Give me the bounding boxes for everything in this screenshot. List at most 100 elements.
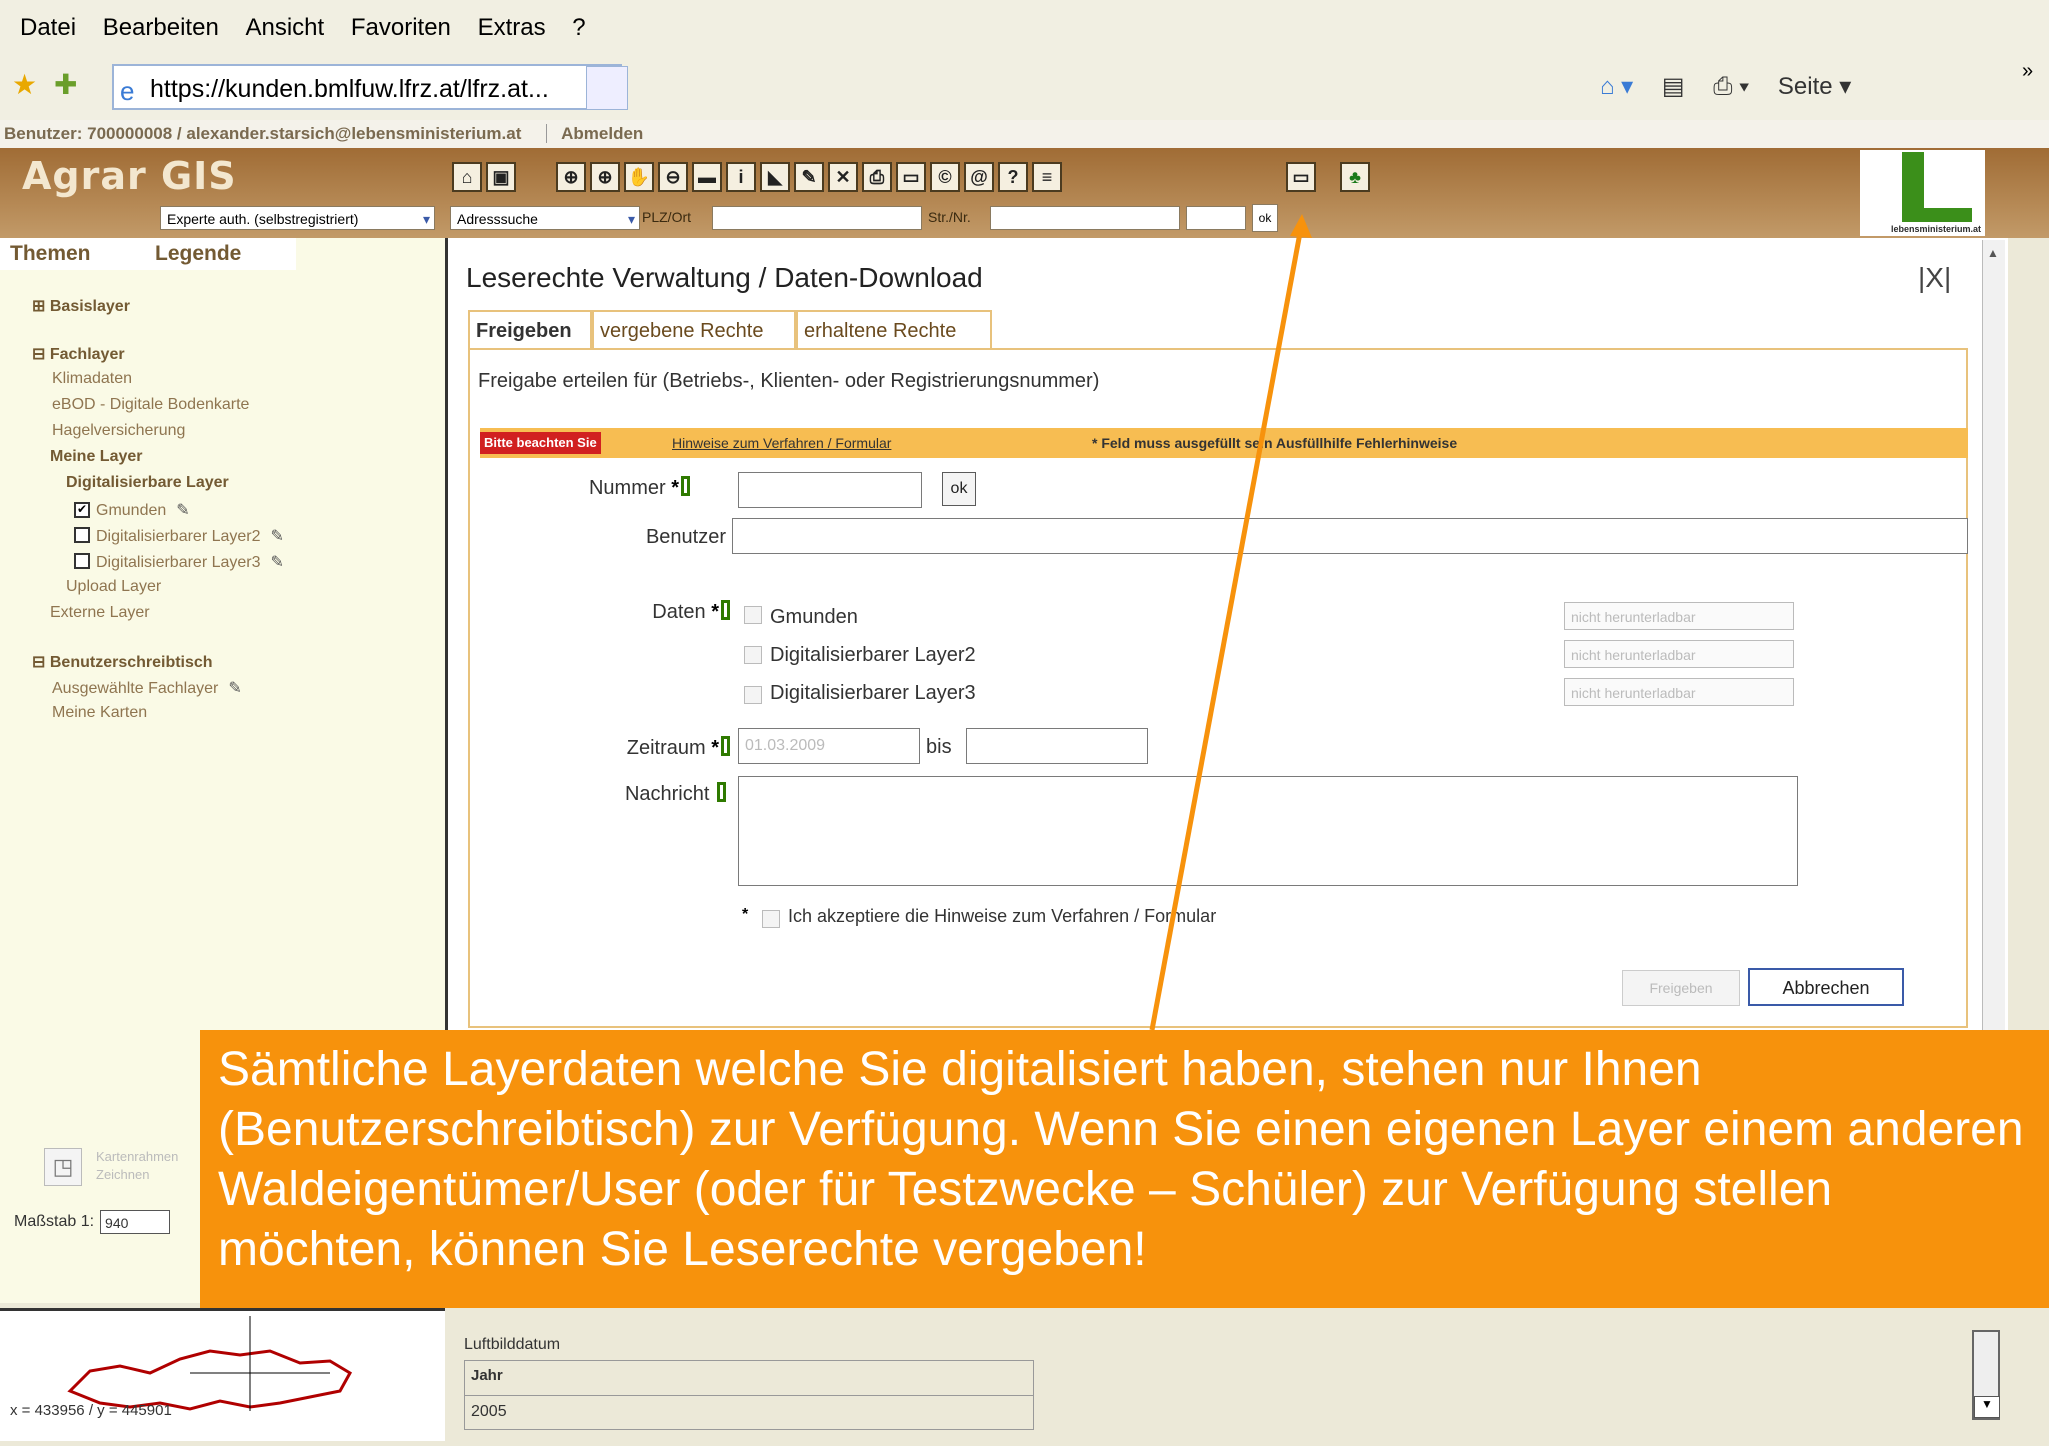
daten-download-select[interactable]: nicht herunterladbar xyxy=(1564,602,1794,630)
zeitraum-from-input[interactable]: 01.03.2009 xyxy=(738,728,920,764)
tab-themen[interactable]: Themen xyxy=(10,242,91,266)
tab-legende[interactable]: Legende xyxy=(155,242,241,266)
pan-icon[interactable]: ✋ xyxy=(624,162,654,192)
tree-digitalisierbare-layer[interactable]: Digitalisierbare Layer xyxy=(66,474,229,492)
map-frame-icon[interactable]: ◳ xyxy=(44,1148,82,1186)
address-tab[interactable]: e https://kunden.bmlfuw.lfrz.at/lfrz.at.… xyxy=(112,64,622,110)
accept-checkbox[interactable] xyxy=(762,910,780,928)
print-icon[interactable]: ⎙ ▾ xyxy=(1713,73,1749,100)
tree-basislayer[interactable]: ⊞ Basislayer xyxy=(32,296,130,316)
menu-favoriten[interactable]: Favoriten xyxy=(351,14,451,42)
more-chevron-icon[interactable]: » xyxy=(2022,60,2033,83)
select-icon[interactable]: ◣ xyxy=(760,162,790,192)
help-icon[interactable] xyxy=(721,600,730,620)
tab-vergebene-rechte[interactable]: vergebene Rechte xyxy=(592,310,796,348)
nummer-ok-button[interactable]: ok xyxy=(942,472,976,506)
tree-gmunden[interactable]: Gmunden✎ xyxy=(74,500,190,520)
help-icon[interactable]: ? xyxy=(998,162,1028,192)
tree-fachlayer[interactable]: ⊟ Fachlayer xyxy=(32,344,125,364)
tree-layer3[interactable]: Digitalisierbarer Layer3 ✎ xyxy=(74,552,284,572)
tree-ausgewaehlte-fachlayer[interactable]: Ausgewählte Fachlayer ✎ xyxy=(52,678,242,698)
pencil-icon[interactable]: ✎ xyxy=(271,528,284,545)
tree-externe-layer[interactable]: Externe Layer xyxy=(50,604,150,622)
at-icon[interactable]: @ xyxy=(964,162,994,192)
scale-input[interactable]: 940 xyxy=(100,1210,171,1234)
help-icon[interactable] xyxy=(717,782,726,802)
nummer-input[interactable] xyxy=(738,472,922,508)
print-icon[interactable]: ⎙ xyxy=(862,162,892,192)
menu-extras[interactable]: Extras xyxy=(478,14,546,42)
zoom-in-icon[interactable]: ⊕ xyxy=(590,162,620,192)
home-icon[interactable]: ⌂ ▾ xyxy=(1600,73,1633,100)
menu-bearbeiten[interactable]: Bearbeiten xyxy=(103,14,219,42)
delete-icon[interactable]: ✕ xyxy=(828,162,858,192)
tree-layer2[interactable]: Digitalisierbarer Layer2 ✎ xyxy=(74,526,284,546)
pencil-icon[interactable]: ✎ xyxy=(176,502,189,519)
layer2-checkbox[interactable] xyxy=(74,527,90,543)
tree-icon[interactable]: ♣ xyxy=(1340,162,1370,192)
menu-datei[interactable]: Datei xyxy=(20,14,76,42)
layer3-checkbox[interactable] xyxy=(74,553,90,569)
role-select[interactable]: Experte auth. (selbstregistriert) ▾ xyxy=(160,206,435,230)
hint-link[interactable]: Hinweise zum Verfahren / Formular xyxy=(672,428,891,458)
gmunden-checkbox[interactable] xyxy=(74,502,90,518)
menu-ansicht[interactable]: Ansicht xyxy=(245,14,324,42)
nummer-label: Nummer * xyxy=(520,476,690,500)
search-type-select[interactable]: Adresssuche ▾ xyxy=(450,206,640,230)
bis-label: bis xyxy=(926,736,952,758)
download-icon[interactable]: ▭ xyxy=(1286,162,1316,192)
dialog-scrollbar[interactable]: ▲ xyxy=(1982,240,2005,1030)
page-menu[interactable]: Seite ▾ xyxy=(1778,73,1851,100)
overview-map[interactable] xyxy=(0,1308,445,1441)
favorites-star-icon[interactable]: ★ xyxy=(12,68,37,101)
menu-help[interactable]: ? xyxy=(572,14,585,42)
help-icon[interactable] xyxy=(681,476,690,496)
search-go-button[interactable]: ok xyxy=(1252,204,1278,232)
pencil-icon[interactable]: ✎ xyxy=(271,554,284,571)
hint-bar: Bitte beachten Sie Hinweise zum Verfahre… xyxy=(480,428,1968,458)
nachricht-textarea[interactable] xyxy=(738,776,1798,886)
address-text: https://kunden.bmlfuw.lfrz.at/lfrz.at... xyxy=(150,75,549,103)
close-icon[interactable]: |X| xyxy=(1918,262,1951,294)
number-input[interactable] xyxy=(1186,206,1246,230)
help-icon[interactable] xyxy=(721,736,730,756)
plz-input[interactable] xyxy=(712,206,922,230)
feeds-icon[interactable]: ▤ xyxy=(1662,73,1685,100)
daten-checkbox[interactable] xyxy=(744,686,762,704)
zoom-out-icon[interactable]: ⊖ xyxy=(658,162,688,192)
tab-erhaltene-rechte[interactable]: erhaltene Rechte xyxy=(796,310,992,348)
save-icon[interactable]: ▣ xyxy=(486,162,516,192)
zoom-extent-icon[interactable]: ⊕ xyxy=(556,162,586,192)
tree-benutzerschreibtisch[interactable]: ⊟ Benutzerschreibtisch xyxy=(32,652,213,672)
logout-link[interactable]: Abmelden xyxy=(546,124,644,143)
new-tab-button[interactable] xyxy=(586,66,628,110)
daten-item: Digitalisierbarer Layer3 xyxy=(770,682,976,704)
copyright-icon[interactable]: © xyxy=(930,162,960,192)
benutzer-label: Benutzer xyxy=(645,526,726,548)
street-input[interactable] xyxy=(990,206,1180,230)
abbrechen-button[interactable]: Abbrechen xyxy=(1748,968,1904,1006)
daten-download-select[interactable]: nicht herunterladbar xyxy=(1564,678,1794,706)
home-icon[interactable]: ⌂ xyxy=(452,162,482,192)
freigeben-button[interactable]: Freigeben xyxy=(1622,970,1740,1006)
benutzer-input[interactable] xyxy=(732,518,1968,554)
tree-klimadaten[interactable]: Klimadaten xyxy=(52,370,132,388)
tree-upload-layer[interactable]: Upload Layer xyxy=(66,578,161,596)
daten-download-select[interactable]: nicht herunterladbar xyxy=(1564,640,1794,668)
legend-icon[interactable]: ≡ xyxy=(1032,162,1062,192)
add-favorites-icon[interactable]: ✚ xyxy=(54,68,77,101)
pencil-icon[interactable]: ✎ xyxy=(228,680,241,697)
info-icon[interactable]: i xyxy=(726,162,756,192)
edit-icon[interactable]: ✎ xyxy=(794,162,824,192)
daten-checkbox[interactable] xyxy=(744,606,762,624)
tree-meine-layer[interactable]: Meine Layer xyxy=(50,448,142,466)
measure-icon[interactable]: ▬ xyxy=(692,162,722,192)
tree-meine-karten[interactable]: Meine Karten xyxy=(52,704,147,722)
zeitraum-to-input[interactable] xyxy=(966,728,1148,764)
daten-checkbox[interactable] xyxy=(744,646,762,664)
tab-freigeben[interactable]: Freigeben xyxy=(468,310,592,348)
tree-hagelversicherung[interactable]: Hagelversicherung xyxy=(52,422,185,440)
photo-icon[interactable]: ▭ xyxy=(896,162,926,192)
tree-ebod[interactable]: eBOD - Digitale Bodenkarte xyxy=(52,396,249,414)
scroll-down-icon[interactable]: ▼ xyxy=(1974,1396,2000,1418)
